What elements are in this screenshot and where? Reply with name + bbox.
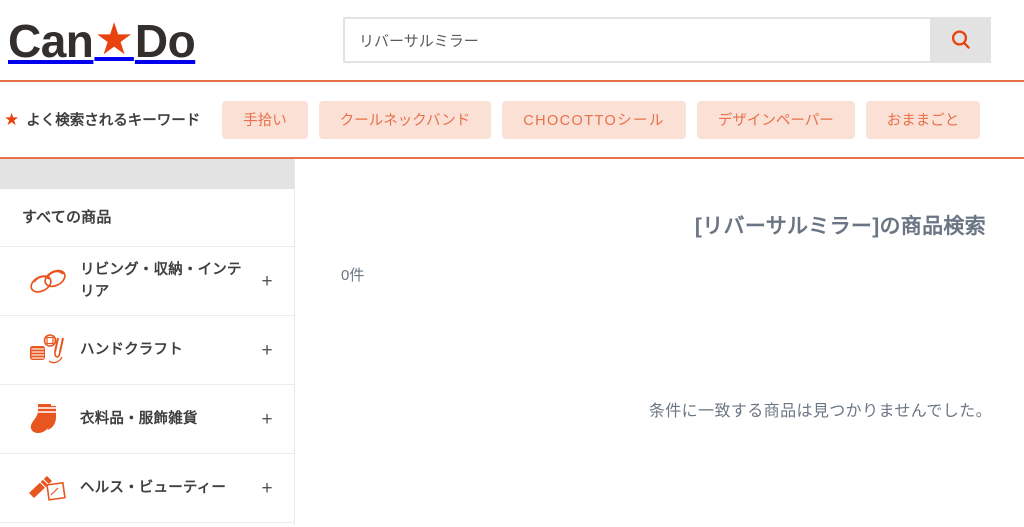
- search-input[interactable]: [343, 17, 930, 63]
- site-logo[interactable]: Can ★ Do: [8, 12, 196, 70]
- search-form: [343, 17, 991, 63]
- keyword-tag-4[interactable]: おままごと: [865, 100, 981, 139]
- sidebar-item-label: 衣料品・服飾雑貨: [80, 410, 198, 427]
- popular-keywords-label-text: よく検索されるキーワード: [26, 113, 201, 129]
- sidebar-header-strip: [0, 159, 294, 189]
- search-icon: [949, 28, 973, 52]
- socks-icon: [22, 401, 74, 437]
- star-icon: ★: [4, 110, 20, 129]
- site-header: Can ★ Do: [0, 0, 1024, 82]
- sidebar-item-label: リビング・収納・インテリア: [80, 261, 242, 300]
- result-count: 0件: [341, 267, 365, 284]
- sidebar-item-clothing-accessories[interactable]: 衣料品・服飾雑貨 +: [0, 385, 294, 454]
- expand-icon[interactable]: +: [258, 341, 276, 360]
- expand-icon[interactable]: +: [258, 272, 276, 291]
- sidebar-item-label: ハンドクラフト: [80, 341, 183, 358]
- sidebar-item-label: すべての商品: [22, 208, 112, 226]
- category-sidebar: すべての商品 リビング・収納・インテリア + ハンドクラフト + 衣料品・服飾雑…: [0, 159, 295, 525]
- keyword-tag-3[interactable]: デザインペーパー: [696, 100, 855, 139]
- popular-keywords-label: ★ よく検索されるキーワード: [4, 109, 200, 130]
- expand-icon[interactable]: +: [258, 479, 276, 498]
- page-body: すべての商品 リビング・収納・インテリア + ハンドクラフト + 衣料品・服飾雑…: [0, 157, 1024, 525]
- logo-text-right: Do: [134, 15, 196, 67]
- sidebar-item-health-beauty[interactable]: ヘルス・ビューティー +: [0, 454, 294, 523]
- logo-text-left: Can: [8, 15, 94, 67]
- no-results-message: 条件に一致する商品は見つかりませんでした。: [648, 403, 992, 420]
- keyword-tag-0[interactable]: 手拾い: [222, 100, 308, 139]
- popular-keywords-bar: ★ よく検索されるキーワード 手拾い クールネックバンド CHOCOTTOシール…: [0, 82, 1024, 157]
- page-root: Can ★ Do ★ よく検索されるキーワード 手拾い クールネックバン: [0, 0, 1024, 527]
- search-button[interactable]: [930, 17, 991, 63]
- sidebar-item-all-products[interactable]: すべての商品: [0, 189, 294, 247]
- search-results-area: [リバーサルミラー]の商品検索 0件 条件に一致する商品は見つかりませんでした。: [295, 159, 1024, 525]
- sidebar-item-label: ヘルス・ビューティー: [80, 479, 227, 496]
- keyword-tag-1[interactable]: クールネックバンド: [318, 100, 492, 139]
- sidebar-item-handcraft[interactable]: ハンドクラフト +: [0, 316, 294, 385]
- star-icon: ★: [94, 15, 134, 64]
- popular-keyword-tag-list: 手拾い クールネックバンド CHOCOTTOシール デザインペーパー おままごと: [222, 100, 981, 139]
- slippers-icon: [22, 264, 74, 298]
- sidebar-item-living-storage-interior[interactable]: リビング・収納・インテリア +: [0, 247, 294, 316]
- sewing-kit-icon: [22, 333, 74, 367]
- comb-mirror-icon: [22, 471, 74, 505]
- keyword-tag-2[interactable]: CHOCOTTOシール: [502, 100, 686, 139]
- expand-icon[interactable]: +: [258, 410, 276, 429]
- page-title: [リバーサルミラー]の商品検索: [694, 215, 986, 238]
